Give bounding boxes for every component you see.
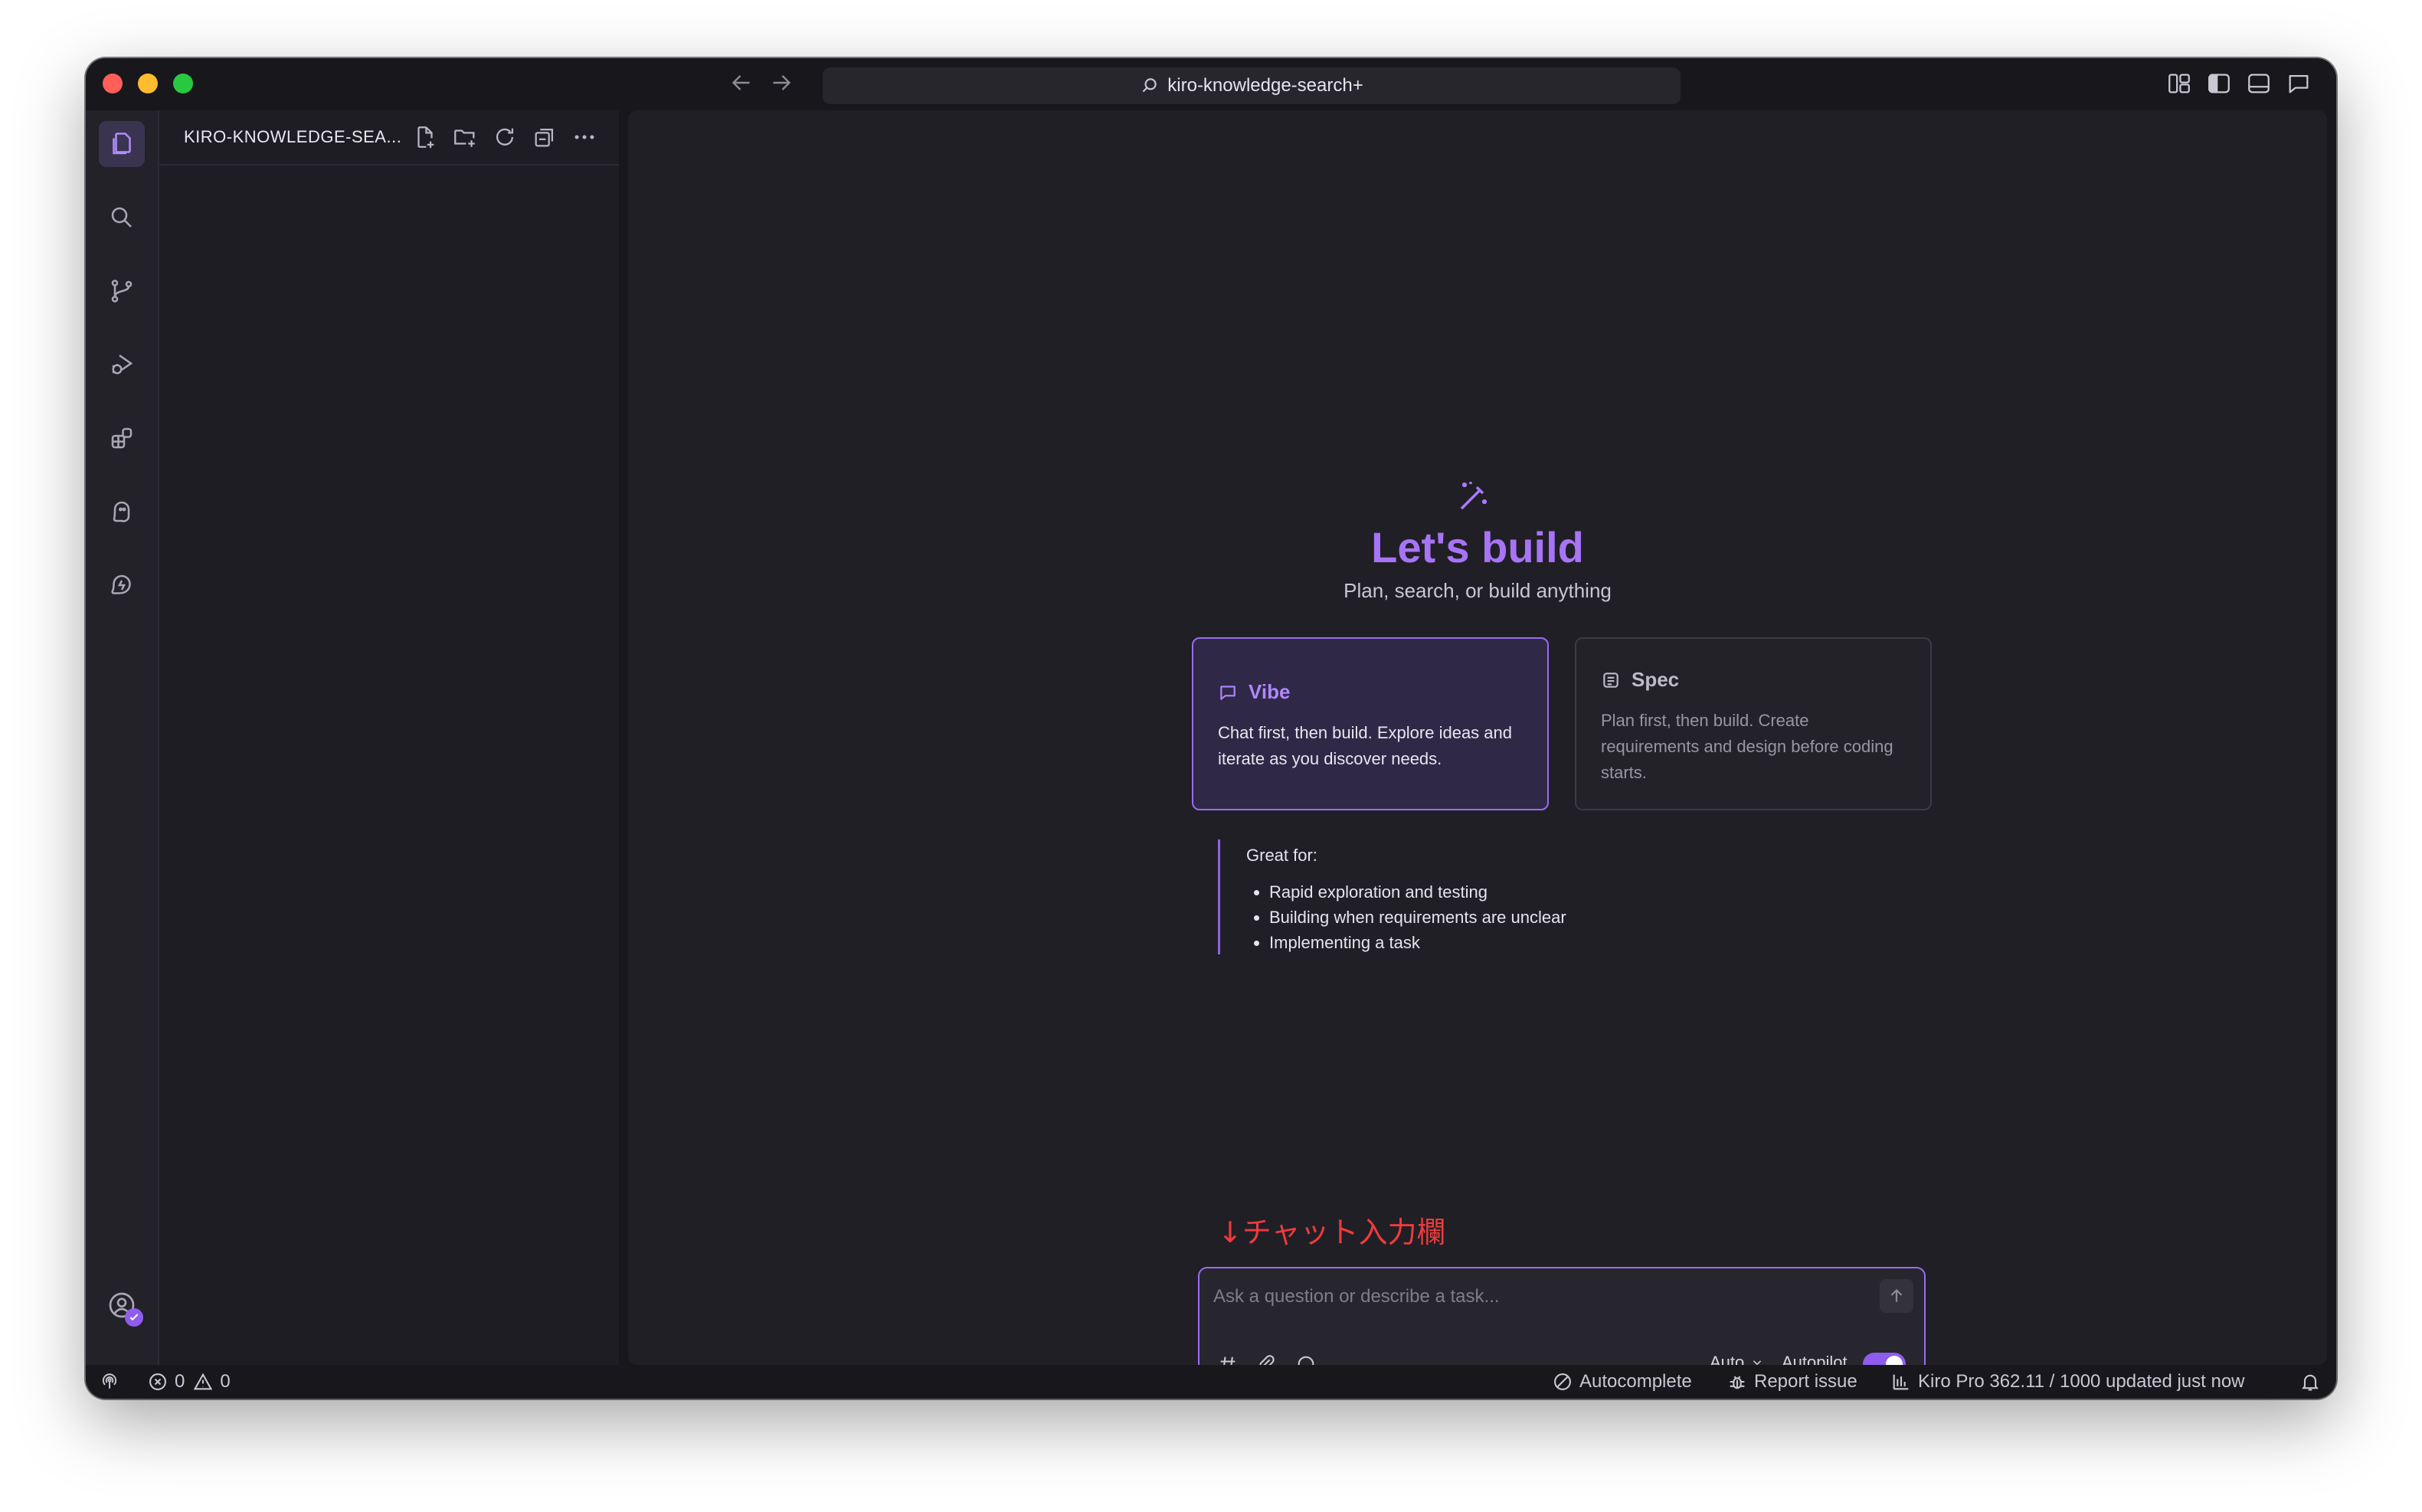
maximize-window-button[interactable] [173, 74, 193, 93]
report-issue-label: Report issue [1754, 1371, 1857, 1392]
autocomplete-status[interactable]: Autocomplete [1552, 1371, 1692, 1393]
activity-bar [86, 110, 159, 1393]
refresh-icon[interactable] [492, 124, 518, 150]
usage-label: Kiro Pro 362.11 / 1000 updated just now [1918, 1371, 2245, 1392]
account-icon[interactable] [99, 1282, 145, 1328]
title-bar: kiro-knowledge-search+ [86, 58, 2336, 110]
report-issue-button[interactable]: Report issue [1726, 1371, 1857, 1393]
document-list-icon [1603, 672, 1618, 688]
explorer-icon[interactable] [99, 121, 145, 167]
spec-mode-card[interactable]: Spec Plan first, then build. Create requ… [1575, 637, 1932, 810]
chat-bubble-icon [1220, 685, 1236, 700]
bug-icon [1730, 1376, 1745, 1389]
kiro-agent-icon[interactable] [99, 562, 145, 608]
search-icon[interactable] [99, 195, 145, 241]
status-bar: 0 0 Autocomplete Report issue Kiro Pro 3… [86, 1365, 2336, 1399]
spec-card-title: Spec [1632, 668, 1680, 691]
send-button[interactable] [1880, 1279, 1913, 1313]
source-control-icon[interactable] [99, 268, 145, 314]
kiro-welcome-panel: Let's build Plan, search, or build anyth… [628, 110, 2327, 1396]
explorer-panel: KIRO-KNOWLEDGE-SEA... [159, 110, 619, 1365]
warning-count: 0 [220, 1371, 231, 1392]
extensions-icon[interactable] [99, 415, 145, 461]
verified-badge-icon [125, 1308, 143, 1327]
explorer-header: KIRO-KNOWLEDGE-SEA... [159, 110, 619, 165]
run-debug-icon[interactable] [99, 342, 145, 388]
great-for-list: Rapid exploration and testing Building w… [1246, 879, 1647, 955]
toggle-panel-icon[interactable] [2246, 70, 2273, 98]
explorer-title: KIRO-KNOWLEDGE-SEA... [184, 127, 402, 146]
window-title: kiro-knowledge-search+ [1167, 75, 1363, 96]
vibe-card-header: Vibe [1218, 680, 1290, 704]
usage-indicator[interactable]: Kiro Pro 362.11 / 1000 updated just now [1890, 1371, 2245, 1393]
back-arrow-icon[interactable] [728, 69, 755, 97]
new-file-icon[interactable] [412, 124, 438, 150]
more-actions-icon[interactable] [571, 124, 597, 150]
chat-input-annotation: ↓チャット入力欄 [1218, 1216, 1446, 1249]
vibe-card-title: Vibe [1249, 680, 1291, 703]
kiro-ghost-icon[interactable] [99, 489, 145, 535]
spec-card-header: Spec [1601, 668, 1679, 692]
error-icon [149, 1373, 166, 1390]
spec-card-description: Plan first, then build. Create requireme… [1601, 711, 1893, 782]
app-window: kiro-knowledge-search+ KIRO-KNOWLEDGE-SE… [86, 58, 2336, 1399]
chat-toggle-icon[interactable] [2286, 70, 2313, 98]
command-search-bar[interactable]: kiro-knowledge-search+ [823, 67, 1681, 104]
notifications-bell-icon[interactable] [2299, 1371, 2327, 1393]
error-count: 0 [175, 1371, 185, 1392]
warning-icon [194, 1373, 213, 1390]
toggle-sidebar-icon[interactable] [2206, 70, 2234, 98]
layout-customize-icon[interactable] [2166, 70, 2194, 98]
close-window-button[interactable] [103, 74, 123, 93]
collapse-all-icon[interactable] [532, 124, 558, 150]
hero-title: Let's build [1371, 523, 1584, 571]
list-item: Rapid exploration and testing [1269, 879, 1647, 905]
remote-broadcast-icon[interactable] [100, 1371, 126, 1391]
problems-indicator[interactable]: 0 0 [147, 1371, 231, 1393]
great-for-section: Great for: Rapid exploration and testing… [1218, 839, 1647, 954]
hero-subtitle: Plan, search, or build anything [1344, 579, 1612, 602]
list-item: Building when requirements are unclear [1269, 905, 1647, 930]
vibe-card-description: Chat first, then build. Explore ideas an… [1218, 723, 1513, 768]
new-folder-icon[interactable] [452, 124, 478, 150]
arrow-up-icon [1890, 1288, 1903, 1302]
search-icon [1142, 78, 1157, 93]
minimize-window-button[interactable] [138, 74, 158, 93]
magic-wand-icon [1455, 478, 1492, 515]
chat-input[interactable] [1212, 1281, 1843, 1313]
forward-arrow-icon[interactable] [768, 69, 795, 97]
list-item: Implementing a task [1269, 930, 1647, 955]
autocomplete-label: Autocomplete [1579, 1371, 1692, 1392]
disabled-circle-icon [1554, 1373, 1571, 1390]
vibe-mode-card[interactable]: Vibe Chat first, then build. Explore ide… [1192, 637, 1549, 810]
great-for-title: Great for: [1246, 846, 1317, 865]
bar-chart-icon [1893, 1374, 1909, 1390]
